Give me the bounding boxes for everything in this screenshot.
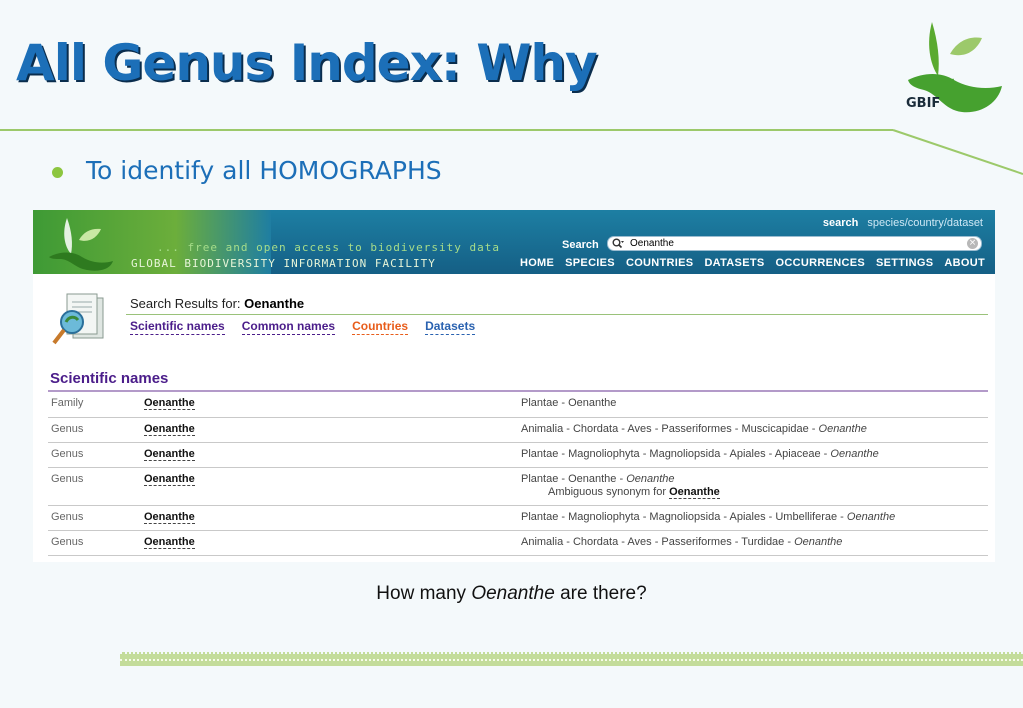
search-icon[interactable] xyxy=(612,238,625,250)
search-label: Search xyxy=(562,239,599,251)
portal-tagline: ... free and open access to biodiversity… xyxy=(157,241,501,254)
classification-genus: Oenanthe xyxy=(794,535,843,548)
caption-after: are there? xyxy=(554,583,647,604)
rank-cell: Genus xyxy=(48,417,144,443)
taxon-name-link[interactable]: Oenanthe xyxy=(144,422,195,436)
tab-scientific-names[interactable]: Scientific names xyxy=(130,319,225,335)
portal-nav: HOME SPECIES COUNTRIES DATASETS OCCURREN… xyxy=(520,257,985,269)
classification-cell: Plantae - Oenanthe - Oenanthe Ambiguous … xyxy=(521,467,988,506)
nav-occurrences[interactable]: OCCURRENCES xyxy=(776,257,865,269)
nav-countries[interactable]: COUNTRIES xyxy=(626,257,693,269)
rank-cell: Genus xyxy=(48,505,144,531)
nav-datasets[interactable]: DATASETS xyxy=(704,257,764,269)
classification-cell: Plantae - Magnoliophyta - Magnoliopsida … xyxy=(521,505,988,531)
tab-datasets[interactable]: Datasets xyxy=(425,319,476,335)
classification-path: Animalia - Chordata - Aves - Passeriform… xyxy=(521,535,795,548)
table-row: Genus Oenanthe Animalia - Chordata - Ave… xyxy=(48,530,988,556)
classification-genus: Oenanthe xyxy=(846,510,896,523)
classification-cell: Plantae - Oenanthe xyxy=(521,392,988,418)
gbif-logo-text: GBIF xyxy=(906,96,941,111)
portal-org-name: GLOBAL BIODIVERSITY INFORMATION FACILITY xyxy=(131,257,436,270)
rank-cell: Genus xyxy=(48,467,144,506)
rank-cell: Genus xyxy=(48,442,144,468)
search-results-icon xyxy=(52,293,104,345)
search-input-value: Oenanthe xyxy=(630,238,674,249)
table-row: Genus Oenanthe Plantae - Magnoliophyta -… xyxy=(48,505,988,531)
results-query: Oenanthe xyxy=(244,296,305,311)
classification-path: Animalia - Chordata - Aves - Passeriform… xyxy=(521,422,819,435)
classification-cell: Plantae - Magnoliophyta - Magnoliopsida … xyxy=(521,442,988,468)
taxon-name-link[interactable]: Oenanthe xyxy=(144,472,195,486)
classification-path: Plantae - Magnoliophyta - Magnoliopsida … xyxy=(521,447,831,460)
results-heading-prefix: Search Results for: xyxy=(130,296,245,311)
results-tabs: Scientific names Common names Countries … xyxy=(130,319,476,335)
nav-species[interactable]: SPECIES xyxy=(565,257,615,269)
search-scope-link[interactable]: search xyxy=(823,217,858,229)
table-row: Genus Oenanthe Plantae - Oenanthe - Oena… xyxy=(48,467,988,506)
footer-bar xyxy=(120,652,1023,666)
results-divider xyxy=(126,314,988,315)
synonym-label: Ambiguous synonym for xyxy=(548,485,670,498)
table-row: Family Oenanthe Plantae - Oenanthe xyxy=(48,392,988,418)
synonym-link[interactable]: Oenanthe xyxy=(669,485,720,499)
bullet-text: To identify all HOMOGRAPHS xyxy=(86,156,442,185)
classification-cell: Animalia - Chordata - Aves - Passeriform… xyxy=(521,530,988,556)
nav-home[interactable]: HOME xyxy=(520,257,554,269)
synonym-note: Ambiguous synonym for Oenanthe xyxy=(548,485,988,499)
classification-cell: Animalia - Chordata - Aves - Passeriform… xyxy=(521,417,988,443)
classification-path: Plantae - Oenanthe - xyxy=(521,472,627,485)
search-scope-options[interactable]: species/country/dataset xyxy=(867,217,983,229)
table-row: Genus Oenanthe Plantae - Magnoliophyta -… xyxy=(48,442,988,468)
portal-leaf-logo[interactable] xyxy=(45,214,117,272)
taxon-name-link[interactable]: Oenanthe xyxy=(144,510,195,524)
caption-before: How many xyxy=(376,583,472,604)
section-title: Scientific names xyxy=(50,370,169,387)
slide-title: All Genus Index: Why xyxy=(16,34,598,92)
classification-genus: Oenanthe xyxy=(830,447,879,460)
portal-top-links: search species/country/dataset xyxy=(823,217,983,229)
classification-path: Plantae - Magnoliophyta - Magnoliopsida … xyxy=(521,510,847,523)
table-row: Genus Oenanthe Animalia - Chordata - Ave… xyxy=(48,417,988,443)
tab-common-names[interactable]: Common names xyxy=(241,319,336,335)
taxon-name-link[interactable]: Oenanthe xyxy=(144,397,195,410)
rank-cell: Genus xyxy=(48,530,144,556)
rank-cell: Family xyxy=(48,392,144,418)
search-input[interactable]: Oenanthe × xyxy=(607,236,982,251)
portal-header: ... free and open access to biodiversity… xyxy=(33,210,995,274)
caption-genus: Oenanthe xyxy=(471,583,555,604)
results-heading: Search Results for: Oenanthe xyxy=(130,296,304,311)
classification-genus: Oenanthe xyxy=(818,422,867,435)
bullet-dot xyxy=(52,167,63,178)
taxon-name-link[interactable]: Oenanthe xyxy=(144,447,195,461)
results-table: Family Oenanthe Plantae - Oenanthe Genus… xyxy=(48,392,988,556)
nav-about[interactable]: ABOUT xyxy=(944,257,985,269)
clear-search-icon[interactable]: × xyxy=(967,238,978,249)
footer-dots xyxy=(120,659,1023,661)
gbif-portal-screenshot: ... free and open access to biodiversity… xyxy=(33,210,995,562)
slide-caption: How many Oenanthe are there? xyxy=(0,583,1023,605)
taxon-name-link[interactable]: Oenanthe xyxy=(144,535,195,549)
classification-genus: Oenanthe xyxy=(626,472,675,485)
tab-countries[interactable]: Countries xyxy=(352,319,409,335)
nav-settings[interactable]: SETTINGS xyxy=(876,257,933,269)
classification-path: Plantae - Oenanthe xyxy=(521,397,617,409)
